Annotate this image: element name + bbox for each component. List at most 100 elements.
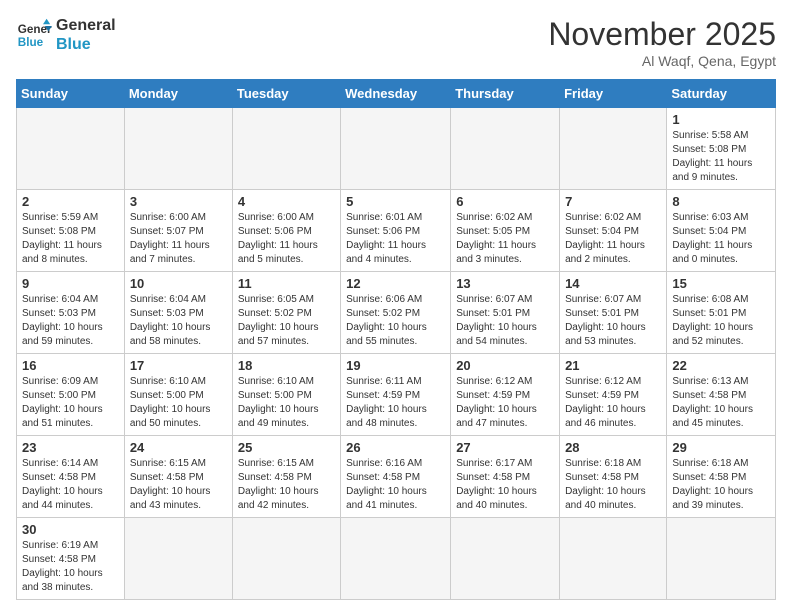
day-number: 6 [456, 194, 554, 209]
day-info: Sunrise: 6:02 AM Sunset: 5:05 PM Dayligh… [456, 211, 554, 267]
week-row-4: 23Sunrise: 6:14 AM Sunset: 4:58 PM Dayli… [17, 436, 776, 518]
day-number: 22 [672, 358, 770, 373]
day-info: Sunrise: 5:58 AM Sunset: 5:08 PM Dayligh… [672, 129, 770, 185]
calendar-cell: 11 Sunrise: 6:05 AM Sunset: 5:02 PM Dayli… [232, 272, 340, 354]
calendar-cell: 19 Sunrise: 6:11 AM Sunset: 4:59 PM Dayli… [341, 354, 451, 436]
weekday-header-tuesday: Tuesday [232, 80, 340, 108]
day-number: 4 [238, 194, 335, 209]
calendar: SundayMondayTuesdayWednesdayThursdayFrid… [16, 79, 776, 600]
calendar-cell: 23Sunrise: 6:14 AM Sunset: 4:58 PM Dayli… [17, 436, 125, 518]
day-number: 9 [22, 276, 119, 291]
day-info: Sunrise: 6:18 AM Sunset: 4:58 PM Dayligh… [672, 457, 770, 513]
day-number: 12 [346, 276, 445, 291]
day-info: Sunrise: 6:07 AM Sunset: 5:01 PM Dayligh… [565, 293, 661, 349]
day-info: Sunrise: 6:02 AM Sunset: 5:04 PM Dayligh… [565, 211, 661, 267]
day-info: Sunrise: 6:12 AM Sunset: 4:59 PM Dayligh… [456, 375, 554, 431]
week-row-5: 30Sunrise: 6:19 AM Sunset: 4:58 PM Dayli… [17, 518, 776, 600]
day-number: 24 [130, 440, 227, 455]
svg-text:General: General [18, 23, 52, 36]
day-info: Sunrise: 6:15 AM Sunset: 4:58 PM Dayligh… [130, 457, 227, 513]
day-info: Sunrise: 6:09 AM Sunset: 5:00 PM Dayligh… [22, 375, 119, 431]
day-number: 3 [130, 194, 227, 209]
day-info: Sunrise: 6:07 AM Sunset: 5:01 PM Dayligh… [456, 293, 554, 349]
calendar-cell: 21Sunrise: 6:12 AM Sunset: 4:59 PM Dayli… [560, 354, 667, 436]
day-info: Sunrise: 6:04 AM Sunset: 5:03 PM Dayligh… [130, 293, 227, 349]
svg-text:Blue: Blue [18, 36, 44, 49]
calendar-cell: 4Sunrise: 6:00 AM Sunset: 5:06 PM Daylig… [232, 190, 340, 272]
day-info: Sunrise: 6:05 AM Sunset: 5:02 PM Dayligh… [238, 293, 335, 349]
calendar-cell [232, 108, 340, 190]
calendar-cell: 28 Sunrise: 6:18 AM Sunset: 4:58 PM Dayli… [560, 436, 667, 518]
calendar-cell: 30Sunrise: 6:19 AM Sunset: 4:58 PM Dayli… [17, 518, 125, 600]
page-header: General Blue General Blue November 2025 … [16, 16, 776, 69]
day-info: Sunrise: 6:06 AM Sunset: 5:02 PM Dayligh… [346, 293, 445, 349]
day-info: Sunrise: 6:10 AM Sunset: 5:00 PM Dayligh… [130, 375, 227, 431]
calendar-cell: 10 Sunrise: 6:04 AM Sunset: 5:03 PM Dayli… [124, 272, 232, 354]
weekday-header-row: SundayMondayTuesdayWednesdayThursdayFrid… [17, 80, 776, 108]
day-number: 18 [238, 358, 335, 373]
calendar-cell: 20 Sunrise: 6:12 AM Sunset: 4:59 PM Dayli… [451, 354, 560, 436]
calendar-cell: 3Sunrise: 6:00 AM Sunset: 5:07 PM Daylig… [124, 190, 232, 272]
logo-blue: Blue [56, 35, 116, 54]
day-number: 30 [22, 522, 119, 537]
logo-icon: General Blue [16, 17, 52, 53]
calendar-cell: 27 Sunrise: 6:17 AM Sunset: 4:58 PM Dayli… [451, 436, 560, 518]
day-number: 19 [346, 358, 445, 373]
calendar-cell: 22Sunrise: 6:13 AM Sunset: 4:58 PM Dayli… [667, 354, 776, 436]
day-number: 21 [565, 358, 661, 373]
calendar-cell [667, 518, 776, 600]
day-info: Sunrise: 6:11 AM Sunset: 4:59 PM Dayligh… [346, 375, 445, 431]
calendar-cell [341, 108, 451, 190]
day-number: 15 [672, 276, 770, 291]
title-block: November 2025 Al Waqf, Qena, Egypt [548, 16, 776, 69]
weekday-header-friday: Friday [560, 80, 667, 108]
week-row-0: 1 Sunrise: 5:58 AM Sunset: 5:08 PM Daylig… [17, 108, 776, 190]
calendar-cell [232, 518, 340, 600]
calendar-cell: 5Sunrise: 6:01 AM Sunset: 5:06 PM Daylig… [341, 190, 451, 272]
calendar-cell: 26Sunrise: 6:16 AM Sunset: 4:58 PM Dayli… [341, 436, 451, 518]
calendar-cell: 24 Sunrise: 6:15 AM Sunset: 4:58 PM Dayli… [124, 436, 232, 518]
calendar-cell: 1 Sunrise: 5:58 AM Sunset: 5:08 PM Daylig… [667, 108, 776, 190]
calendar-cell [451, 108, 560, 190]
calendar-cell [17, 108, 125, 190]
calendar-cell: 25 Sunrise: 6:15 AM Sunset: 4:58 PM Dayli… [232, 436, 340, 518]
location: Al Waqf, Qena, Egypt [548, 53, 776, 69]
weekday-header-monday: Monday [124, 80, 232, 108]
calendar-cell: 29 Sunrise: 6:18 AM Sunset: 4:58 PM Dayli… [667, 436, 776, 518]
day-number: 10 [130, 276, 227, 291]
calendar-cell: 7 Sunrise: 6:02 AM Sunset: 5:04 PM Daylig… [560, 190, 667, 272]
day-number: 20 [456, 358, 554, 373]
day-number: 29 [672, 440, 770, 455]
day-number: 8 [672, 194, 770, 209]
day-info: Sunrise: 6:04 AM Sunset: 5:03 PM Dayligh… [22, 293, 119, 349]
week-row-2: 9 Sunrise: 6:04 AM Sunset: 5:03 PM Daylig… [17, 272, 776, 354]
day-number: 23 [22, 440, 119, 455]
logo: General Blue General Blue [16, 16, 116, 54]
day-number: 5 [346, 194, 445, 209]
calendar-cell: 14 Sunrise: 6:07 AM Sunset: 5:01 PM Dayli… [560, 272, 667, 354]
day-info: Sunrise: 6:10 AM Sunset: 5:00 PM Dayligh… [238, 375, 335, 431]
calendar-cell: 16 Sunrise: 6:09 AM Sunset: 5:00 PM Dayli… [17, 354, 125, 436]
calendar-cell: 6 Sunrise: 6:02 AM Sunset: 5:05 PM Daylig… [451, 190, 560, 272]
day-number: 11 [238, 276, 335, 291]
week-row-3: 16 Sunrise: 6:09 AM Sunset: 5:00 PM Dayli… [17, 354, 776, 436]
day-info: Sunrise: 6:17 AM Sunset: 4:58 PM Dayligh… [456, 457, 554, 513]
day-info: Sunrise: 6:03 AM Sunset: 5:04 PM Dayligh… [672, 211, 770, 267]
day-number: 27 [456, 440, 554, 455]
day-number: 16 [22, 358, 119, 373]
day-number: 1 [672, 112, 770, 127]
day-number: 25 [238, 440, 335, 455]
day-info: Sunrise: 6:15 AM Sunset: 4:58 PM Dayligh… [238, 457, 335, 513]
calendar-cell: 15Sunrise: 6:08 AM Sunset: 5:01 PM Dayli… [667, 272, 776, 354]
logo-general: General [56, 16, 116, 35]
calendar-cell: 8 Sunrise: 6:03 AM Sunset: 5:04 PM Daylig… [667, 190, 776, 272]
calendar-cell: 17Sunrise: 6:10 AM Sunset: 5:00 PM Dayli… [124, 354, 232, 436]
day-info: Sunrise: 6:18 AM Sunset: 4:58 PM Dayligh… [565, 457, 661, 513]
day-number: 7 [565, 194, 661, 209]
day-number: 28 [565, 440, 661, 455]
day-info: Sunrise: 6:16 AM Sunset: 4:58 PM Dayligh… [346, 457, 445, 513]
weekday-header-sunday: Sunday [17, 80, 125, 108]
calendar-cell [451, 518, 560, 600]
day-number: 14 [565, 276, 661, 291]
calendar-cell: 12 Sunrise: 6:06 AM Sunset: 5:02 PM Dayli… [341, 272, 451, 354]
